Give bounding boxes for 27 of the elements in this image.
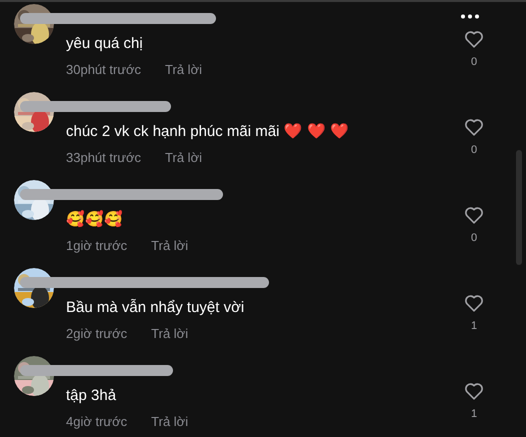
heart-icon[interactable]: [464, 206, 484, 224]
reply-link[interactable]: Trả lời: [165, 60, 202, 80]
comment-text: yêu quá chị: [66, 34, 144, 54]
timestamp: 4giờ trước: [66, 413, 128, 431]
timestamp: 1giờ trước: [66, 237, 128, 255]
like-count: 1: [470, 319, 478, 334]
scrollbar[interactable]: [516, 150, 522, 265]
like-count: 1: [470, 407, 478, 422]
reply-link[interactable]: Trả lời: [151, 412, 188, 432]
comment-text: 🥰🥰🥰: [66, 210, 124, 230]
heart-icon[interactable]: [464, 294, 484, 312]
like-count: 0: [470, 55, 478, 70]
like-count: 0: [470, 231, 478, 246]
reply-link[interactable]: Trả lời: [165, 148, 202, 168]
comment-text: chúc 2 vk ck hạnh phúc mãi mãi ❤ ❤ ❤: [66, 122, 350, 142]
heart-icon[interactable]: [464, 382, 484, 400]
comment-text: Bầu mà vẫn nhẩy tuyệt vời: [66, 298, 246, 318]
heart-icon[interactable]: [464, 118, 484, 136]
reply-link[interactable]: Trả lời: [151, 236, 188, 256]
timestamp: 2giờ trước: [66, 325, 128, 343]
reply-link[interactable]: Trả lời: [151, 324, 188, 344]
timestamp: 30phút trước: [66, 61, 142, 79]
heart-icon[interactable]: [464, 30, 484, 48]
like-count: 0: [470, 143, 478, 158]
more-icon[interactable]: [460, 14, 480, 19]
comment-text: tập 3hả: [66, 386, 118, 406]
timestamp: 33phút trước: [66, 149, 142, 167]
